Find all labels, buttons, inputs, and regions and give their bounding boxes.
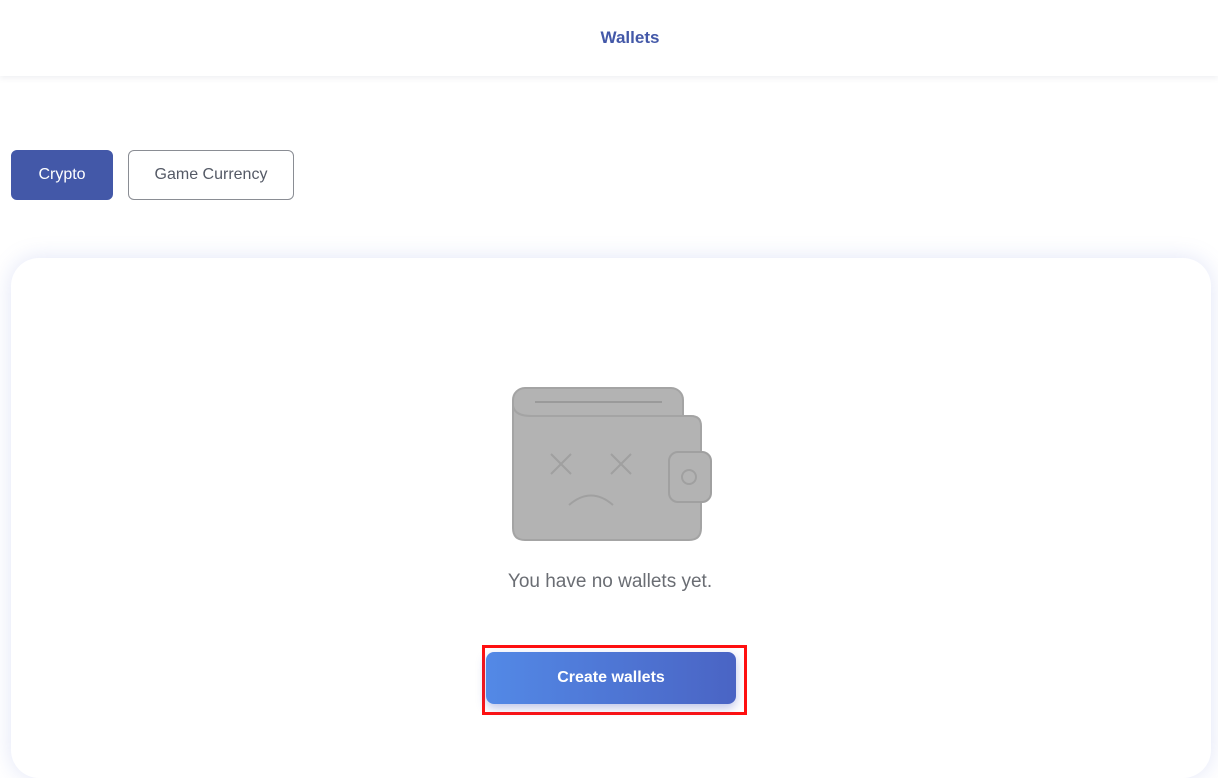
tab-game-currency[interactable]: Game Currency: [128, 150, 294, 200]
tab-crypto[interactable]: Crypto: [11, 150, 113, 200]
sad-wallet-icon: [512, 387, 712, 541]
top-header: Wallets: [0, 0, 1218, 76]
page-title: Wallets: [600, 28, 660, 47]
create-wallets-button[interactable]: Create wallets: [486, 652, 736, 704]
wallets-card: You have no wallets yet. Create wallets: [11, 258, 1211, 778]
empty-state-message: You have no wallets yet.: [507, 571, 713, 592]
currency-tabs: Crypto Game Currency: [11, 150, 294, 200]
